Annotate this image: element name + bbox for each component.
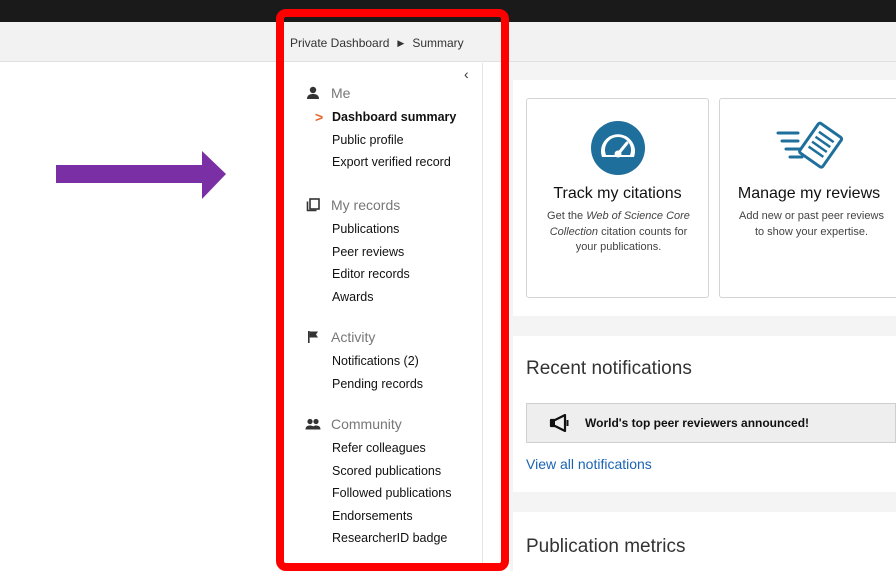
breadcrumb-current: Summary xyxy=(412,36,464,50)
sidebar-section-my-records: My records Publications Peer reviews Edi… xyxy=(305,195,410,308)
sidebar-item-followed-publications[interactable]: Followed publications xyxy=(332,482,452,505)
view-all-notifications-link[interactable]: View all notifications xyxy=(526,456,652,472)
sidebar-item-refer-colleagues[interactable]: Refer colleagues xyxy=(332,437,452,460)
breadcrumb-root[interactable]: Private Dashboard xyxy=(290,36,389,50)
flag-icon xyxy=(305,329,321,345)
sidebar-item-dashboard-summary[interactable]: > Dashboard summary xyxy=(315,106,457,129)
card-description: Get the Web of Science Core Collection c… xyxy=(547,210,690,253)
collapse-sidebar-icon[interactable]: ‹ xyxy=(464,66,469,82)
sidebar-item-pending-records[interactable]: Pending records xyxy=(332,373,423,396)
sidebar-item-researcherid-badge[interactable]: ResearcherID badge xyxy=(332,527,452,550)
sidebar-section-title: Me xyxy=(331,85,351,101)
people-icon xyxy=(305,416,321,432)
publication-metrics-heading: Publication metrics xyxy=(526,536,686,557)
sidebar-item-awards[interactable]: Awards xyxy=(332,286,410,309)
sidebar-item-publications[interactable]: Publications xyxy=(332,218,410,241)
sidebar-section-community: Community Refer colleagues Scored public… xyxy=(305,414,452,550)
chevron-right-icon: > xyxy=(315,109,324,125)
sidebar-item-notifications[interactable]: Notifications (2) xyxy=(332,350,423,373)
sidebar-item-editor-records[interactable]: Editor records xyxy=(332,263,410,286)
card-description: Add new or past peer reviews to show you… xyxy=(739,210,884,238)
sidebar-section-title: Community xyxy=(331,416,402,432)
breadcrumb-separator-icon: ▶ xyxy=(397,37,405,48)
top-bar xyxy=(0,0,896,22)
sidebar-item-peer-reviews[interactable]: Peer reviews xyxy=(332,241,410,264)
records-icon xyxy=(305,197,321,213)
track-citations-card[interactable]: Track my citations Get the Web of Scienc… xyxy=(526,98,709,298)
manage-reviews-card[interactable]: Manage my reviews Add new or past peer r… xyxy=(719,98,896,298)
sidebar-section-activity: Activity Notifications (2) Pending recor… xyxy=(305,327,423,395)
sidebar-section-me: Me > Dashboard summary Public profile Ex… xyxy=(305,83,456,174)
notification-text: World's top peer reviewers announced! xyxy=(585,416,810,430)
sidebar-section-title: My records xyxy=(331,197,401,213)
arrow-icon xyxy=(56,151,226,199)
megaphone-icon xyxy=(549,414,571,432)
person-icon xyxy=(305,85,321,101)
sidebar-item-label: Dashboard summary xyxy=(332,110,457,124)
sidebar-item-export-verified-record[interactable]: Export verified record xyxy=(332,151,456,174)
breadcrumb: Private Dashboard ▶ Summary xyxy=(290,36,464,50)
document-speed-icon xyxy=(776,119,846,173)
sidebar-item-scored-publications[interactable]: Scored publications xyxy=(332,460,452,483)
sidebar-item-endorsements[interactable]: Endorsements xyxy=(332,505,452,528)
sidebar-section-title: Activity xyxy=(331,329,376,345)
gauge-icon xyxy=(589,119,647,177)
card-title: Track my citations xyxy=(553,185,682,202)
card-title: Manage my reviews xyxy=(737,185,881,202)
sidebar-item-public-profile[interactable]: Public profile xyxy=(332,129,456,152)
notification-item[interactable]: World's top peer reviewers announced! xyxy=(526,403,896,443)
recent-notifications-heading: Recent notifications xyxy=(526,358,692,379)
